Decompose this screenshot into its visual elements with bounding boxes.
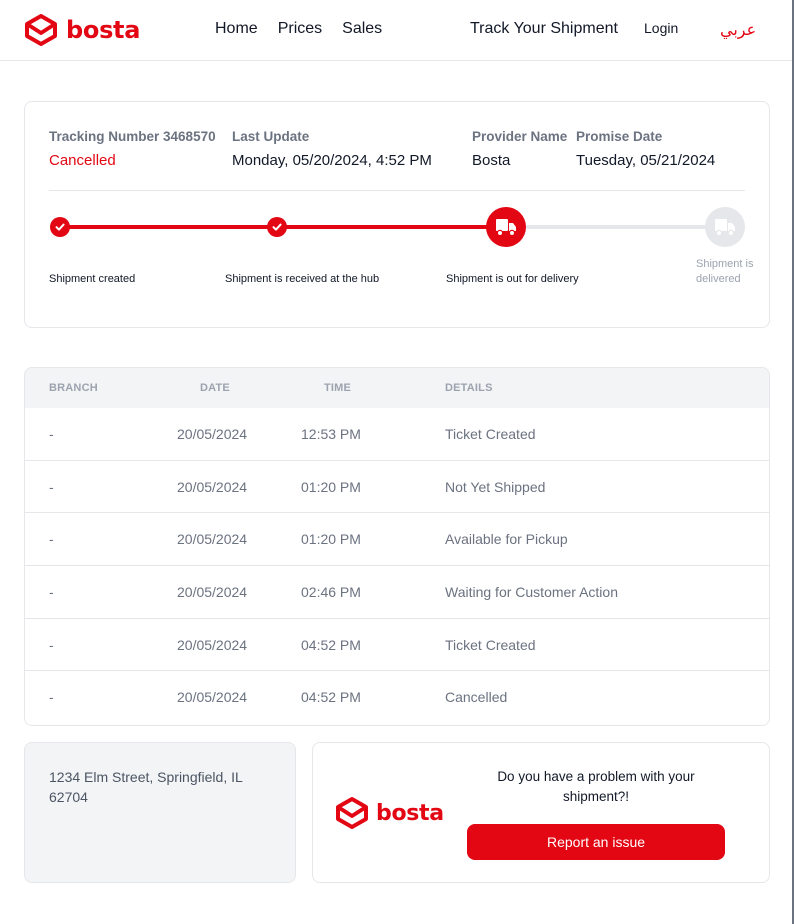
provider-name-label: Provider Name <box>472 129 568 144</box>
top-header: bosta Home Prices Sales Track Your Shipm… <box>0 0 792 61</box>
brand-name: bosta <box>66 16 141 44</box>
cell-time: 04:52 PM <box>301 636 361 653</box>
cell-details: Ticket Created <box>445 426 536 442</box>
last-update-label: Last Update <box>232 129 310 144</box>
shipment-status-value: Cancelled <box>49 152 116 169</box>
table-header: BRANCH DATE TIME DETAILS <box>25 368 769 408</box>
cell-details: Not Yet Shipped <box>445 478 546 495</box>
envelope-box-icon <box>336 797 368 829</box>
column-header-details: DETAILS <box>445 382 493 394</box>
cell-branch: - <box>49 478 54 495</box>
card-divider <box>49 190 745 191</box>
step-delivered-dot <box>705 207 745 247</box>
cell-date: 20/05/2024 <box>177 689 248 706</box>
cell-branch: - <box>49 689 54 706</box>
table-row: - 20/05/2024 04:52 PM Ticket Created <box>25 619 769 672</box>
envelope-box-icon <box>25 14 57 46</box>
promise-date-value: Tuesday, 05/21/2024 <box>576 152 716 169</box>
delivery-address: 1234 Elm Street, Springfield, IL 62704 <box>49 769 243 805</box>
shipment-status-card: Tracking Number 3468570 Cancelled Last U… <box>24 101 770 328</box>
table-row: - 20/05/2024 01:20 PM Not Yet Shipped <box>25 461 769 514</box>
truck-icon <box>496 219 516 237</box>
cell-date: 20/05/2024 <box>177 478 248 495</box>
cell-date: 20/05/2024 <box>177 636 248 653</box>
main-nav: Home Prices Sales <box>215 20 382 38</box>
check-icon <box>55 223 65 231</box>
cell-date: 20/05/2024 <box>177 426 248 442</box>
nav-prices[interactable]: Prices <box>278 20 322 38</box>
table-body: - 20/05/2024 12:53 PM Ticket Created - 2… <box>25 408 769 724</box>
provider-info: Provider Name Bosta <box>472 129 567 169</box>
cell-branch: - <box>49 636 54 653</box>
table-row: - 20/05/2024 01:20 PM Available for Pick… <box>25 513 769 567</box>
cell-details: Ticket Created <box>445 636 536 653</box>
nav-home[interactable]: Home <box>215 20 258 38</box>
promise-date-label: Promise Date <box>576 129 663 144</box>
provider-name-value: Bosta <box>472 152 511 169</box>
tracking-number-label: Tracking Number 3468570 <box>49 129 216 144</box>
promise-date-info: Promise Date Tuesday, 05/21/2024 <box>576 129 715 169</box>
column-header-date: DATE <box>200 382 230 394</box>
step-label-created: Shipment created <box>49 273 136 285</box>
step-received-dot <box>267 217 287 237</box>
issue-card-logo: bosta <box>335 796 444 830</box>
login-link[interactable]: Login <box>644 20 678 36</box>
progress-track-pending <box>525 225 721 229</box>
table-row: - 20/05/2024 12:53 PM Ticket Created <box>25 408 769 461</box>
cell-details: Cancelled <box>445 689 508 706</box>
table-row: - 20/05/2024 02:46 PM Waiting for Custom… <box>25 566 769 619</box>
issue-question-text: Do you have a problem with your shipment… <box>497 769 695 804</box>
nav-sales[interactable]: Sales <box>342 20 382 38</box>
delivery-address-card: 1234 Elm Street, Springfield, IL 62704 <box>24 742 296 883</box>
issue-card-brand-name: bosta <box>376 800 444 826</box>
cell-time: 02:46 PM <box>301 584 361 601</box>
last-update-value: Monday, 05/20/2024, 4:52 PM <box>232 152 432 169</box>
cell-time: 01:20 PM <box>301 531 361 548</box>
tracking-history-table: BRANCH DATE TIME DETAILS - 20/05/2024 12… <box>24 367 770 726</box>
cell-details: Waiting for Customer Action <box>445 584 618 601</box>
truck-icon <box>715 219 735 237</box>
last-update-info: Last Update Monday, 05/20/2024, 4:52 PM <box>232 129 432 169</box>
tracking-info: Tracking Number 3468570 Cancelled <box>49 129 216 169</box>
report-issue-card: bosta Do you have a problem with your sh… <box>312 742 770 883</box>
check-icon <box>272 223 282 231</box>
report-issue-button[interactable]: Report an issue <box>467 824 725 860</box>
brand-logo[interactable]: bosta <box>24 13 140 47</box>
cell-time: 12:53 PM <box>301 426 361 442</box>
table-row: - 20/05/2024 04:52 PM Cancelled <box>25 671 769 724</box>
column-header-branch: BRANCH <box>49 382 98 394</box>
cell-time: 01:20 PM <box>301 478 361 495</box>
cell-branch: - <box>49 531 54 548</box>
cell-branch: - <box>49 426 54 442</box>
step-out-for-delivery-dot <box>486 207 526 247</box>
cell-branch: - <box>49 584 54 601</box>
step-created-dot <box>50 217 70 237</box>
nav-track-shipment[interactable]: Track Your Shipment <box>470 20 618 38</box>
step-label-out-for-delivery: Shipment is out for delivery <box>446 273 579 285</box>
step-label-received: Shipment is received at the hub <box>225 273 380 285</box>
cell-date: 20/05/2024 <box>177 584 248 601</box>
cell-time: 04:52 PM <box>301 689 361 706</box>
language-switch[interactable]: عربي <box>720 20 756 40</box>
step-label-delivered: Shipment is delivered <box>696 258 754 285</box>
cell-date: 20/05/2024 <box>177 531 248 548</box>
cell-details: Available for Pickup <box>445 531 568 548</box>
column-header-time: TIME <box>324 382 352 394</box>
